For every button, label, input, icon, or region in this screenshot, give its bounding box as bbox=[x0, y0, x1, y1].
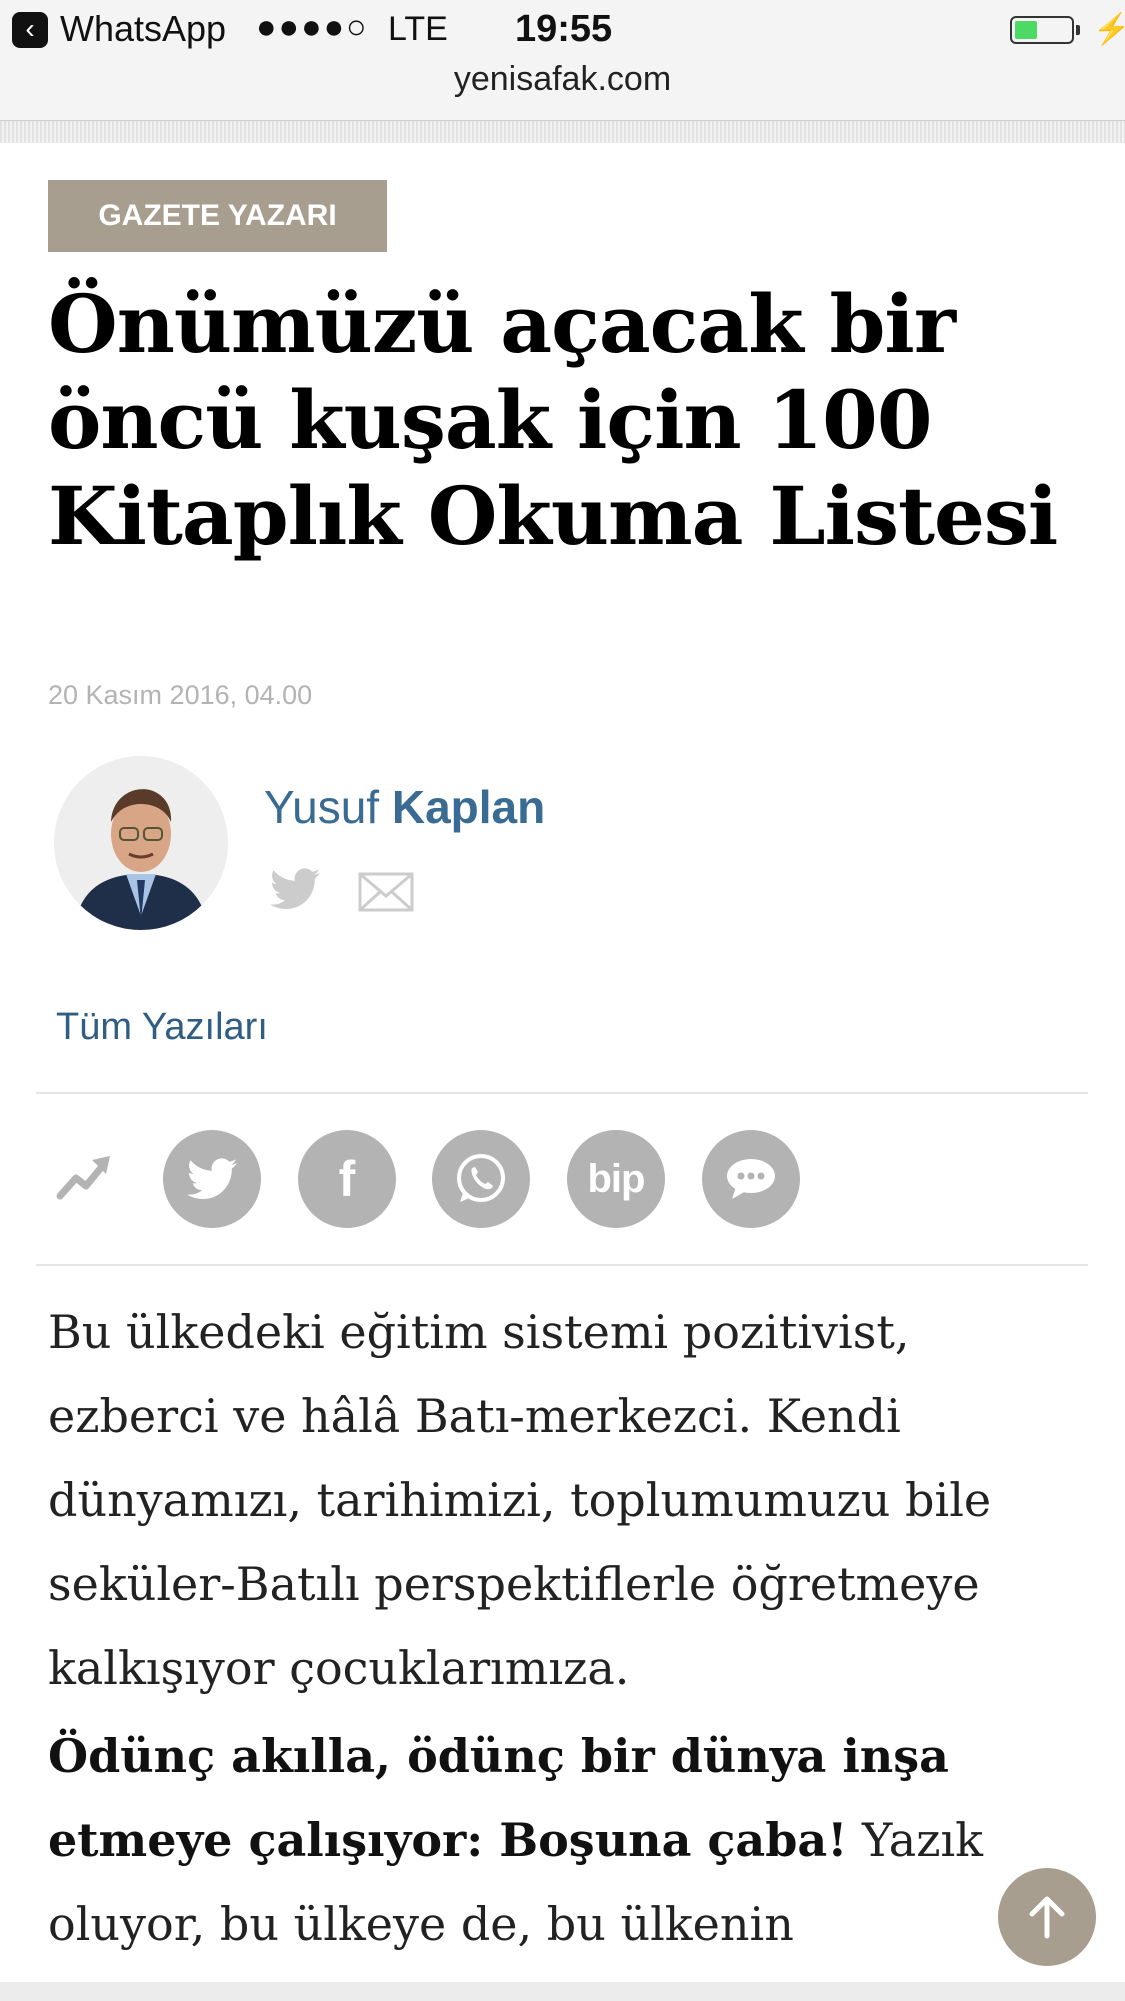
share-bip-button[interactable]: bip bbox=[567, 1130, 665, 1228]
category-tag[interactable]: GAZETE YAZARI bbox=[48, 180, 387, 252]
arrow-up-icon bbox=[1029, 1896, 1065, 1939]
bip-icon: bip bbox=[587, 1156, 646, 1201]
author-photo-icon bbox=[54, 756, 228, 930]
address-bar-url[interactable]: yenisafak.com bbox=[0, 60, 1125, 99]
signal-strength: ●●●●○ bbox=[256, 8, 369, 46]
share-whatsapp-button[interactable] bbox=[432, 1130, 530, 1228]
back-to-app-icon[interactable]: ‹ bbox=[12, 12, 48, 48]
twitter-icon[interactable] bbox=[270, 868, 320, 915]
share-twitter-button[interactable] bbox=[163, 1130, 261, 1228]
twitter-icon bbox=[187, 1158, 237, 1199]
network-type: LTE bbox=[388, 10, 448, 48]
share-message-button[interactable] bbox=[702, 1130, 800, 1228]
section-divider bbox=[36, 1092, 1088, 1094]
bottom-toolbar-edge bbox=[0, 1982, 1125, 2001]
author-name[interactable]: Yusuf Kaplan bbox=[264, 780, 545, 834]
mail-icon[interactable] bbox=[358, 872, 414, 917]
author-last-name: Kaplan bbox=[391, 781, 546, 833]
trending-icon bbox=[56, 1152, 112, 1207]
status-bar: ‹ WhatsApp ●●●●○ LTE 19:55 ⚡ yenisafak.c… bbox=[0, 0, 1125, 121]
article-headline: Önümüzü açacak bir öncü kuşak için 100 K… bbox=[48, 277, 1058, 563]
charging-icon: ⚡ bbox=[1093, 13, 1125, 46]
header-divider bbox=[0, 121, 1125, 143]
scroll-to-top-button[interactable] bbox=[998, 1868, 1096, 1966]
message-icon bbox=[727, 1159, 775, 1199]
author-avatar[interactable] bbox=[54, 756, 228, 930]
all-posts-link[interactable]: Tüm Yazıları bbox=[56, 1006, 268, 1049]
back-app-label[interactable]: WhatsApp bbox=[60, 8, 226, 50]
body-emphasis: Ödünç akılla, ödünç bir dünya inşa etmey… bbox=[48, 1729, 949, 1867]
body-paragraph: Bu ülkedeki eğitim sistemi pozitivist, e… bbox=[48, 1305, 992, 1695]
clock: 19:55 bbox=[515, 8, 613, 50]
body-paragraph: Ödünç akılla, ödünç bir dünya inşa etmey… bbox=[48, 1714, 1078, 1966]
battery-icon bbox=[1010, 16, 1080, 44]
section-divider bbox=[36, 1264, 1088, 1266]
publish-date: 20 Kasım 2016, 04.00 bbox=[48, 680, 313, 710]
article-body: Bu ülkedeki eğitim sistemi pozitivist, e… bbox=[48, 1290, 1078, 1970]
author-first-name: Yusuf bbox=[264, 781, 380, 833]
whatsapp-icon bbox=[457, 1154, 505, 1202]
share-facebook-button[interactable]: f bbox=[298, 1130, 396, 1228]
facebook-icon: f bbox=[338, 1151, 356, 1207]
